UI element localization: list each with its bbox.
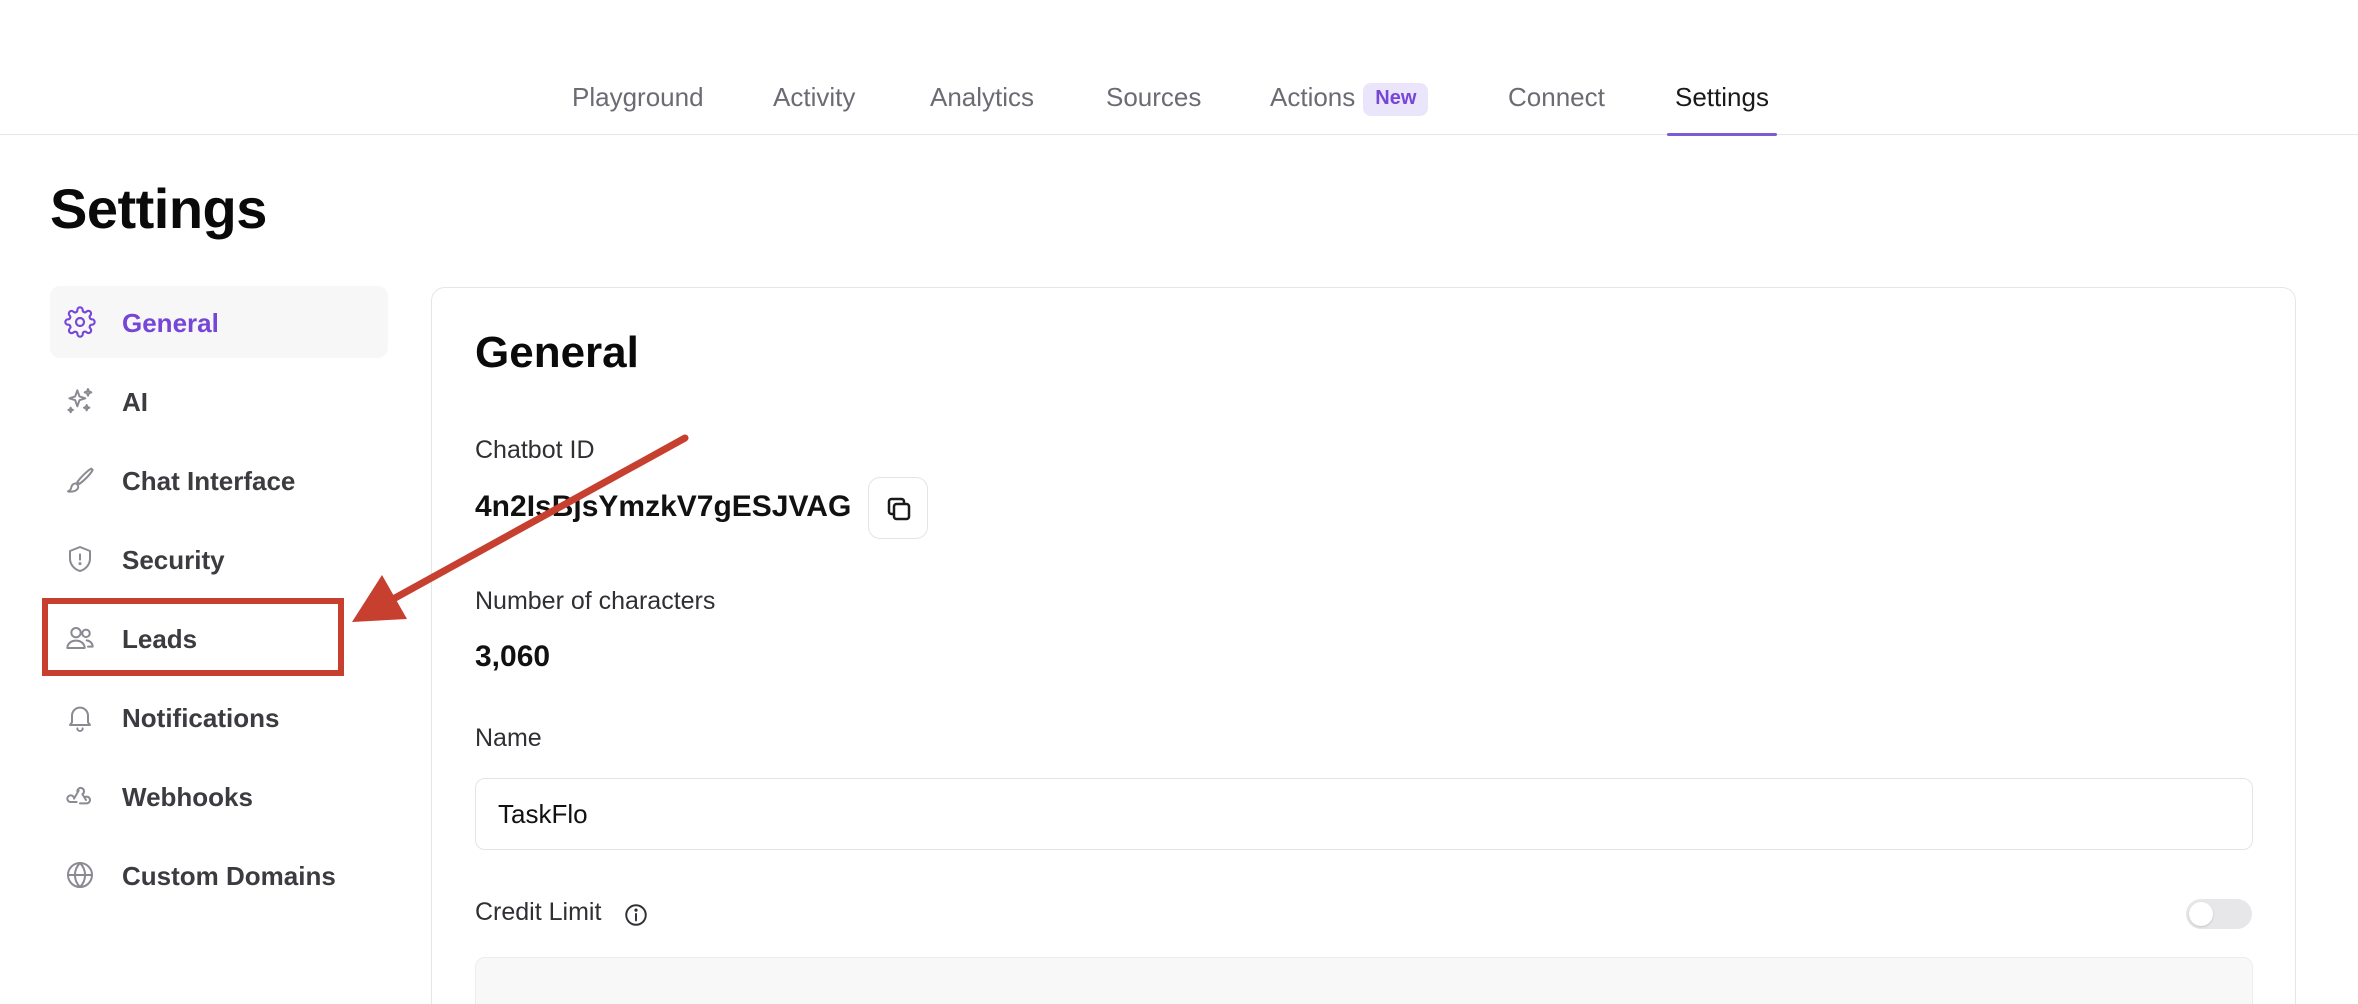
- sidebar-item-label: Notifications: [122, 703, 280, 733]
- section-title: General: [475, 328, 639, 377]
- top-navigation: Playground Activity Analytics Sources Ac…: [0, 0, 2358, 136]
- sidebar-item-chat-interface[interactable]: Chat Interface: [50, 444, 388, 516]
- characters-value: 3,060: [475, 640, 551, 673]
- name-label: Name: [475, 724, 542, 752]
- new-badge: New: [1363, 83, 1429, 116]
- sidebar-item-label: AI: [122, 387, 148, 417]
- webhook-icon: [64, 780, 96, 812]
- tab-actions-label: Actions: [1270, 82, 1356, 112]
- sidebar-item-ai[interactable]: AI: [50, 365, 388, 437]
- brush-icon: [64, 464, 96, 496]
- tab-connect[interactable]: Connect: [1508, 82, 1605, 135]
- shield-icon: [64, 543, 96, 575]
- sidebar-item-label: Custom Domains: [122, 861, 336, 891]
- bell-icon: [64, 701, 96, 733]
- toggle-knob: [2189, 902, 2213, 926]
- copy-icon: [887, 497, 911, 521]
- chatbot-id-value: 4n2IsBjsYmzkV7gESJVAG: [475, 490, 852, 523]
- globe-icon: [64, 859, 96, 891]
- sidebar-item-label: Webhooks: [122, 782, 253, 812]
- gear-icon: [64, 306, 96, 338]
- characters-label: Number of characters: [475, 587, 716, 615]
- credit-limit-toggle[interactable]: [2186, 899, 2252, 929]
- chatbot-id-label: Chatbot ID: [475, 436, 595, 464]
- sidebar-item-label: Chat Interface: [122, 466, 296, 496]
- copy-button[interactable]: [868, 477, 928, 539]
- tab-playground[interactable]: Playground: [572, 82, 704, 135]
- sidebar-item-security[interactable]: Security: [50, 523, 388, 595]
- tab-sources[interactable]: Sources: [1106, 82, 1201, 135]
- general-settings-card: [431, 287, 2296, 1004]
- sidebar-item-webhooks[interactable]: Webhooks: [50, 760, 388, 832]
- credit-limit-input[interactable]: [475, 957, 2253, 1004]
- sidebar-item-label: Security: [122, 545, 225, 575]
- sidebar-item-custom-domains[interactable]: Custom Domains: [50, 839, 388, 911]
- tab-analytics[interactable]: Analytics: [930, 82, 1034, 135]
- tab-settings[interactable]: Settings: [1667, 82, 1777, 136]
- sparkles-icon: [64, 385, 96, 417]
- sidebar-item-notifications[interactable]: Notifications: [50, 681, 388, 753]
- sidebar-item-label: General: [122, 308, 219, 338]
- tab-activity[interactable]: Activity: [773, 82, 855, 135]
- credit-limit-label: Credit Limit: [475, 898, 602, 926]
- name-input[interactable]: [475, 778, 2253, 850]
- sidebar-item-general[interactable]: General: [50, 286, 388, 358]
- info-icon[interactable]: [623, 902, 649, 928]
- annotation-highlight-box: [42, 598, 344, 676]
- tab-actions[interactable]: Actions New: [1270, 82, 1429, 135]
- page-title: Settings: [50, 177, 267, 240]
